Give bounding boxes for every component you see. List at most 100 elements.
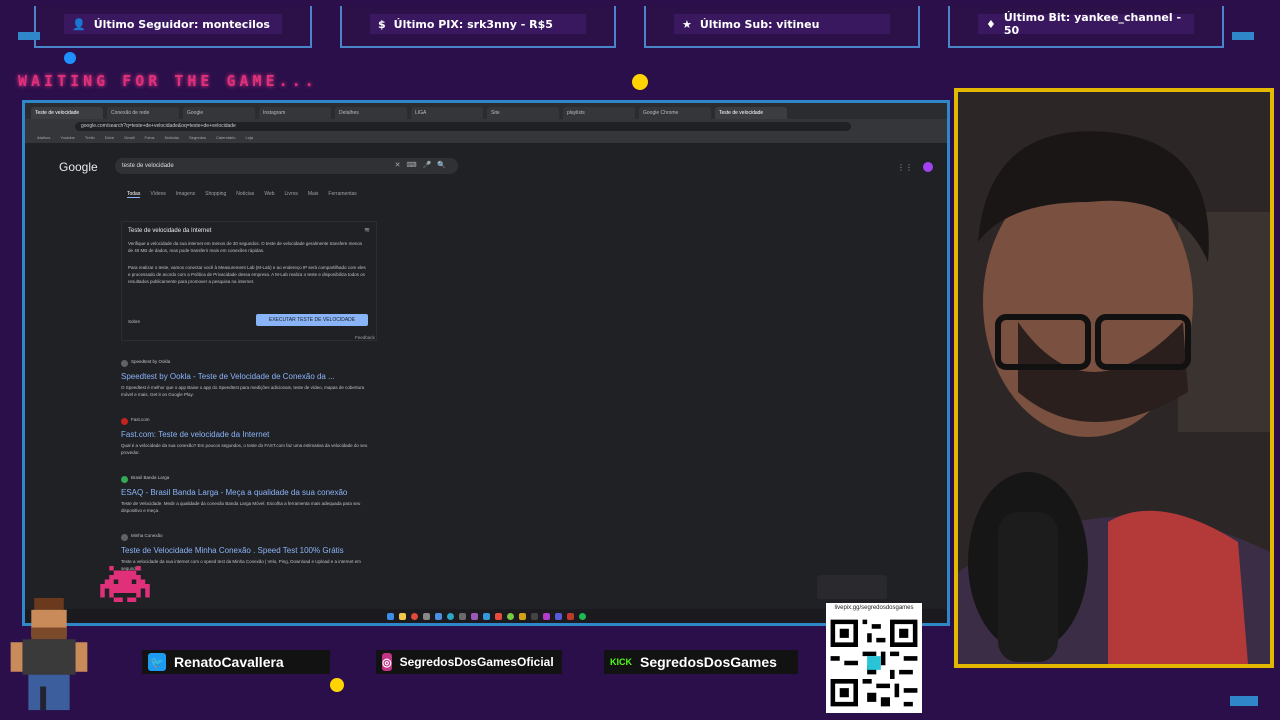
- browser-tab[interactable]: Detalhes: [335, 107, 407, 119]
- result-title[interactable]: ESAQ - Brasil Banda Larga - Meça a quali…: [121, 488, 375, 497]
- dollar-icon: $: [378, 17, 386, 31]
- settings-icon[interactable]: [422, 612, 430, 620]
- user-icon: 👤: [72, 17, 86, 31]
- about-link[interactable]: Sobre: [128, 318, 158, 325]
- browser-tab[interactable]: Instagram: [259, 107, 331, 119]
- app-icon[interactable]: [458, 612, 466, 620]
- folder-icon[interactable]: [398, 612, 406, 620]
- browser-tab[interactable]: Google: [183, 107, 255, 119]
- bookmark[interactable]: Trello: [85, 133, 95, 143]
- app-icon[interactable]: [494, 612, 502, 620]
- search-result[interactable]: Brasil Banda Larga ESAQ - Brasil Banda L…: [121, 475, 375, 514]
- filter-tab[interactable]: Livros: [285, 191, 298, 198]
- result-site: Minha Conexão: [131, 533, 163, 538]
- bookmark[interactable]: Drive: [105, 133, 114, 143]
- result-title[interactable]: Teste de Velocidade Minha Conexão . Spee…: [121, 546, 375, 555]
- star-icon: ★: [682, 17, 692, 31]
- speedtest-card: Teste de velocidade da Internet ≋ Verifi…: [121, 221, 377, 341]
- twitter-icon: 🐦: [148, 653, 166, 671]
- social-text: SegredosDosGamesOficial: [399, 655, 554, 669]
- site-favicon: [121, 534, 128, 541]
- top-bar-text: Último PIX: srk3nny - R$5: [393, 17, 553, 31]
- filter-tab[interactable]: Mais: [308, 191, 319, 198]
- browser-tab[interactable]: Google Chrome: [639, 107, 711, 119]
- system-tray: [817, 575, 887, 599]
- result-site: Fast.com: [131, 417, 150, 422]
- screen-capture: Teste de velocidade Conexão de rede Goog…: [22, 100, 950, 626]
- corner-cap: [1230, 696, 1258, 706]
- bookmark[interactable]: Notícias: [165, 133, 179, 143]
- chrome-icon[interactable]: [410, 612, 418, 620]
- webcam-feed: [954, 88, 1274, 668]
- browser-tab[interactable]: Teste de velocidade: [31, 107, 103, 119]
- top-bar-sub: ★ Último Sub: vitineu: [644, 6, 920, 48]
- filter-tab[interactable]: Todas: [127, 191, 141, 198]
- site-favicon: [121, 418, 128, 425]
- app-icon[interactable]: [518, 612, 526, 620]
- speedtest-title: Teste de velocidade da Internet: [128, 228, 212, 234]
- url-field[interactable]: google.com/search?q=teste+de+velocidade&…: [75, 121, 851, 131]
- app-icon[interactable]: [566, 612, 574, 620]
- filter-tab[interactable]: Shopping: [205, 191, 226, 198]
- browser-tab[interactable]: playlists: [563, 107, 635, 119]
- bookmark[interactable]: Segredos: [189, 133, 206, 143]
- search-result[interactable]: Fast.com Fast.com: Teste de velocidade d…: [121, 417, 375, 456]
- apps-icon[interactable]: ⋮⋮: [897, 163, 913, 172]
- run-speedtest-button[interactable]: EXECUTAR TESTE DE VELOCIDADE: [256, 314, 368, 326]
- search-icons[interactable]: ✕⌨🎤🔍: [395, 158, 452, 174]
- bookmark[interactable]: Loja: [246, 133, 254, 143]
- corner-cap: [1232, 32, 1254, 40]
- edge-icon[interactable]: [446, 612, 454, 620]
- app-icon[interactable]: [470, 612, 478, 620]
- social-text: RenatoCavallera: [174, 654, 284, 670]
- browser-tab[interactable]: Site: [487, 107, 559, 119]
- filter-tab[interactable]: Web: [264, 191, 274, 198]
- site-favicon: [121, 476, 128, 483]
- qr-label: livepix.gg/segredosdosgames: [826, 603, 922, 613]
- app-icon[interactable]: [434, 612, 442, 620]
- result-title[interactable]: Speedtest by Ookla - Teste de Velocidade…: [121, 372, 375, 381]
- google-logo[interactable]: Google: [59, 160, 98, 174]
- filter-tab[interactable]: Ferramentas: [328, 191, 356, 198]
- pixel-character: [10, 598, 88, 711]
- app-icon[interactable]: [530, 612, 538, 620]
- result-snippet: O Speedtest é melhor que o app Baixe o a…: [121, 385, 365, 397]
- app-icon[interactable]: [542, 612, 550, 620]
- streamer-silhouette: [958, 92, 1270, 664]
- filter-tab[interactable]: Imagens: [176, 191, 195, 198]
- top-bar-bit: ♦ Último Bit: yankee_channel - 50: [948, 6, 1224, 48]
- avatar[interactable]: [923, 162, 933, 172]
- bookmark[interactable]: Fotos: [145, 133, 155, 143]
- filter-tab[interactable]: Vídeos: [150, 191, 166, 198]
- feedback-link[interactable]: Feedback: [355, 335, 375, 340]
- bookmark[interactable]: Gmail: [124, 133, 134, 143]
- result-title[interactable]: Fast.com: Teste de velocidade da Interne…: [121, 430, 375, 439]
- top-bar-text: Último Sub: vitineu: [699, 17, 820, 31]
- instagram-icon: ◎: [382, 653, 392, 671]
- search-query: teste de velocidade: [122, 163, 174, 169]
- app-icon[interactable]: [506, 612, 514, 620]
- yellow-dot: [330, 678, 344, 692]
- twitter-handle: 🐦 RenatoCavallera: [142, 650, 330, 674]
- qr-code[interactable]: [826, 613, 922, 713]
- speedtest-text: Verifique a velocidade da sua internet e…: [128, 241, 363, 253]
- search-filters: Todas Vídeos Imagens Shopping Notícias W…: [127, 191, 357, 198]
- browser-tab[interactable]: LIGA: [411, 107, 483, 119]
- bookmark[interactable]: Atalhos: [37, 133, 50, 143]
- app-icon[interactable]: [482, 612, 490, 620]
- bookmark[interactable]: Calendário: [216, 133, 235, 143]
- search-result[interactable]: Minha Conexão Teste de Velocidade Minha …: [121, 533, 375, 572]
- pixel-invader: [100, 566, 150, 602]
- spotify-icon[interactable]: [578, 612, 586, 620]
- search-input[interactable]: teste de velocidade ✕⌨🎤🔍: [115, 158, 458, 174]
- browser-tab[interactable]: Teste de velocidade: [715, 107, 787, 119]
- diamond-icon: ♦: [986, 17, 996, 31]
- wifi-icon: ≋: [364, 227, 370, 234]
- filter-tab[interactable]: Notícias: [236, 191, 254, 198]
- app-icon[interactable]: [554, 612, 562, 620]
- windows-start-icon[interactable]: [386, 612, 394, 620]
- search-result[interactable]: Speedtest by Ookla Speedtest by Ookla - …: [121, 359, 375, 398]
- browser-tab[interactable]: Conexão de rede: [107, 107, 179, 119]
- bookmark[interactable]: Youtube: [60, 133, 75, 143]
- top-bar-pix: $ Último PIX: srk3nny - R$5: [340, 6, 616, 48]
